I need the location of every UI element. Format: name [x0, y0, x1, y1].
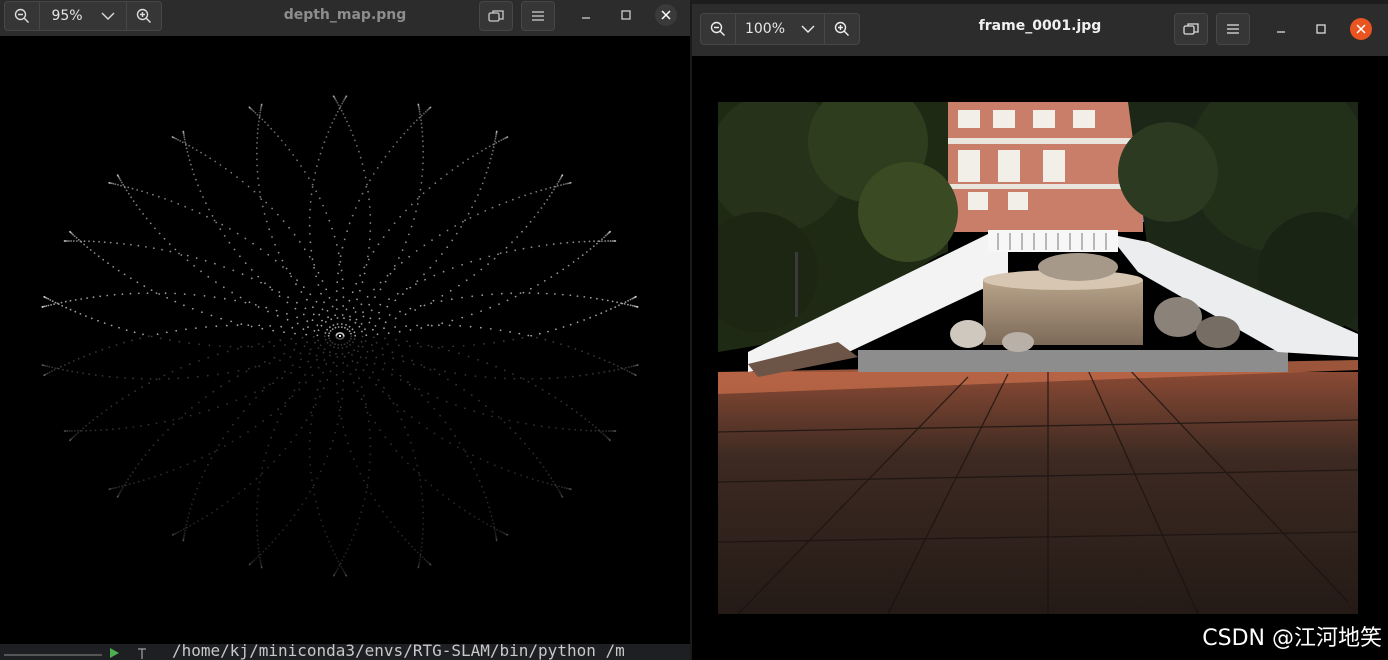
minimize-button[interactable] — [1270, 18, 1292, 40]
scroll-up-icon[interactable] — [136, 647, 148, 659]
right-viewer-titlebar: 100% frame_0001.jpg — [692, 4, 1388, 56]
csdn-watermark: CSDN @江河地笑 — [1202, 626, 1382, 651]
minimize-button[interactable] — [575, 4, 597, 26]
main-menu-button[interactable] — [1216, 13, 1250, 45]
main-menu-button[interactable] — [521, 1, 555, 31]
maximize-button[interactable] — [1310, 18, 1332, 40]
photo-viewer-window: 100% frame_0001.jpg — [690, 0, 1388, 660]
terminal-command-text: /home/kj/miniconda3/envs/RTG-SLAM/bin/py… — [172, 644, 625, 660]
close-button[interactable] — [655, 4, 677, 26]
depth-map-viewer-window: 95% depth_map.png /home/kj/miniconda3/en… — [0, 0, 690, 660]
terminal-strip: /home/kj/miniconda3/envs/RTG-SLAM/bin/py… — [0, 644, 690, 660]
minimize-icon — [582, 17, 590, 19]
fullscreen-button[interactable] — [479, 1, 513, 31]
close-icon — [1356, 24, 1366, 34]
depth-map-image — [0, 36, 690, 644]
restore-icon — [1183, 23, 1199, 35]
photo-image — [718, 102, 1358, 614]
maximize-button[interactable] — [615, 4, 637, 26]
left-viewer-titlebar: 95% depth_map.png — [0, 0, 690, 36]
hamburger-menu-icon — [532, 11, 544, 21]
terminal-scrollbar[interactable] — [4, 654, 102, 656]
close-button[interactable] — [1350, 18, 1372, 40]
minimize-icon — [1277, 31, 1285, 33]
close-icon — [661, 10, 671, 20]
fullscreen-button[interactable] — [1174, 13, 1208, 45]
maximize-icon — [621, 10, 631, 20]
run-icon[interactable] — [108, 647, 120, 659]
maximize-icon — [1316, 24, 1326, 34]
restore-icon — [488, 10, 504, 22]
hamburger-menu-icon — [1227, 24, 1239, 34]
